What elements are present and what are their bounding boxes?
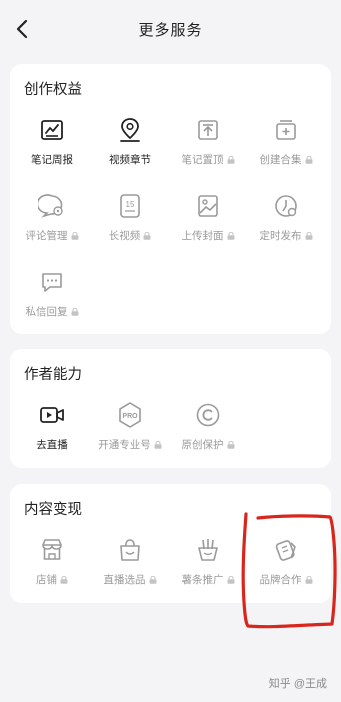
service-label: 原创保护 xyxy=(172,437,244,452)
section-title: 内容变现 xyxy=(24,502,82,518)
service-label: 店铺 xyxy=(16,572,88,587)
weekly-report-icon xyxy=(41,120,63,140)
lock-icon xyxy=(60,576,68,584)
service-scheduled-publish[interactable]: 定时发布 xyxy=(250,192,322,243)
service-label: 上传封面 xyxy=(172,228,244,243)
long-video-icon: 15 xyxy=(120,194,140,218)
service-label: 去直播 xyxy=(36,439,68,451)
service-comment-manage[interactable]: 评论管理 xyxy=(16,192,88,243)
service-message-reply[interactable]: 私信回复 xyxy=(16,268,88,319)
service-label: 私信回复 xyxy=(16,304,88,319)
long-video-badge: 15 xyxy=(126,200,135,209)
lock-icon xyxy=(227,576,234,584)
create-collection-icon xyxy=(276,120,296,140)
lock-icon xyxy=(149,576,156,584)
lock-icon xyxy=(154,441,162,449)
service-label: 评论管理 xyxy=(16,228,88,243)
section-monetization: 内容变现 店铺 直播选品 薯条推广 品牌合作 xyxy=(10,484,331,603)
lock-icon xyxy=(305,232,312,240)
page-title: 更多服务 xyxy=(138,22,203,39)
service-store[interactable]: 店铺 xyxy=(16,536,88,587)
comment-manage-icon xyxy=(38,194,63,218)
service-copyright[interactable]: 原创保护 xyxy=(172,401,244,452)
service-label: 笔记置顶 xyxy=(172,152,244,167)
service-weekly-report[interactable]: 笔记周报 xyxy=(16,116,88,167)
pro-badge: PRO xyxy=(122,413,138,420)
lock-icon xyxy=(227,232,234,240)
service-create-collection[interactable]: 创建合集 xyxy=(250,116,322,167)
service-pro-account[interactable]: PRO 开通专业号 xyxy=(94,401,166,452)
lock-icon xyxy=(305,156,312,164)
upload-cover-icon xyxy=(198,195,218,217)
service-brand-collab[interactable]: 品牌合作 xyxy=(250,536,322,587)
live-camera-icon xyxy=(40,407,64,423)
section-title: 作者能力 xyxy=(24,367,82,383)
service-video-chapter[interactable]: 视频章节 xyxy=(94,116,166,167)
header-bar: 更多服务 xyxy=(0,0,341,58)
service-pin-top[interactable]: 笔记置顶 xyxy=(172,116,244,167)
fries-promo-icon xyxy=(198,539,218,561)
video-chapter-icon xyxy=(120,118,140,142)
section-creation-benefits: 创作权益 笔记周报 视频章节 笔记置顶 创建合集 评论管理 15 长视频 上传封… xyxy=(10,64,331,334)
brand-collab-icon xyxy=(275,540,296,561)
service-label: 长视频 xyxy=(94,228,166,243)
lock-icon xyxy=(227,156,234,164)
service-upload-cover[interactable]: 上传封面 xyxy=(172,192,244,243)
message-reply-icon xyxy=(42,273,62,292)
section-author-abilities: 作者能力 去直播 PRO 开通专业号 原创保护 xyxy=(10,349,331,468)
scheduled-publish-icon xyxy=(275,195,297,217)
watermark: 知乎 @王成 xyxy=(268,678,327,690)
pro-account-icon: PRO xyxy=(119,402,141,428)
pin-top-icon xyxy=(198,120,218,140)
lock-icon xyxy=(71,308,78,316)
service-label: 定时发布 xyxy=(250,228,322,243)
service-label: 直播选品 xyxy=(94,572,166,587)
service-label: 开通专业号 xyxy=(94,437,166,452)
lock-icon xyxy=(305,576,312,584)
service-label: 品牌合作 xyxy=(250,572,322,587)
service-go-live[interactable]: 去直播 xyxy=(16,401,88,452)
service-fries-promo[interactable]: 薯条推广 xyxy=(172,536,244,587)
lock-icon xyxy=(227,441,234,449)
shopping-bag-icon xyxy=(120,539,140,561)
copyright-icon xyxy=(196,403,220,427)
store-icon xyxy=(42,539,62,560)
section-title: 创作权益 xyxy=(24,82,82,98)
service-label: 视频章节 xyxy=(109,154,151,166)
service-live-selection[interactable]: 直播选品 xyxy=(94,536,166,587)
service-label: 笔记周报 xyxy=(31,154,73,166)
service-label: 薯条推广 xyxy=(172,572,244,587)
lock-icon xyxy=(71,232,78,240)
lock-icon xyxy=(143,232,151,240)
service-long-video[interactable]: 15 长视频 xyxy=(94,192,166,243)
service-label: 创建合集 xyxy=(250,152,322,167)
